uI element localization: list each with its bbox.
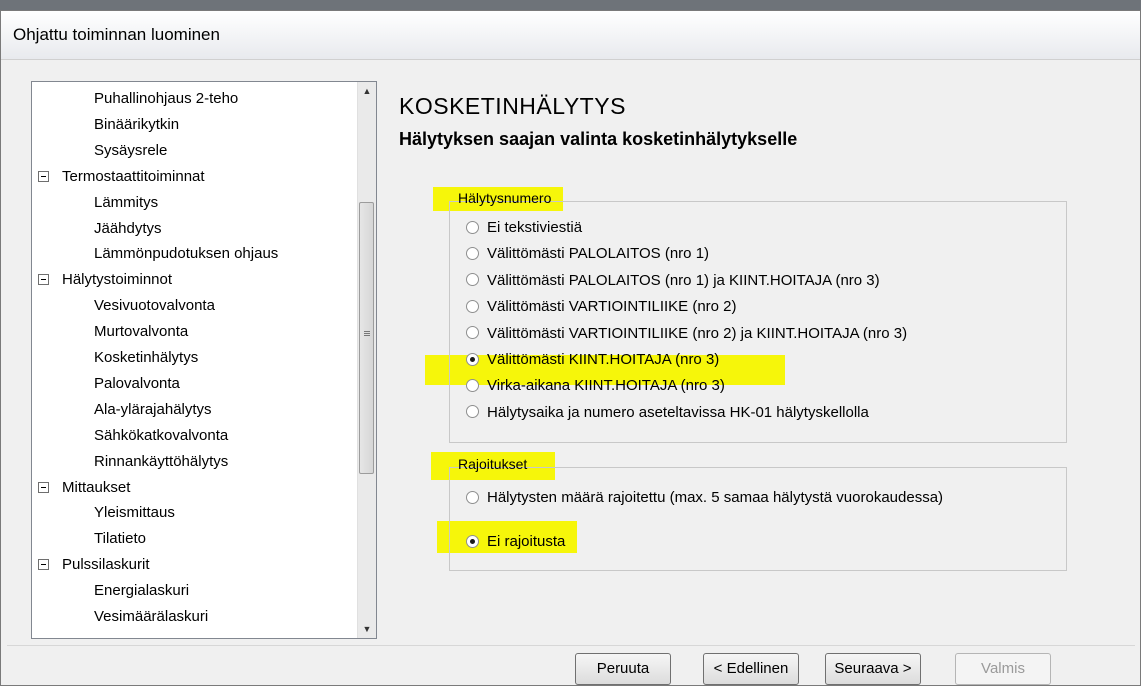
scroll-thumb[interactable] bbox=[359, 202, 374, 474]
scroll-up-icon[interactable]: ▲ bbox=[358, 82, 376, 100]
radio-button[interactable] bbox=[466, 220, 479, 234]
cancel-button[interactable]: Peruuta bbox=[575, 653, 671, 685]
tree-item[interactable]: Yleismittaus bbox=[94, 500, 175, 526]
tree-scrollbar[interactable]: ▲ ▼ bbox=[357, 82, 376, 638]
radio-button[interactable] bbox=[466, 352, 479, 366]
radio-button[interactable] bbox=[466, 534, 479, 548]
alarm-number-option[interactable]: Ei tekstiviestiä bbox=[466, 216, 582, 240]
tree-item[interactable]: Hälytystoiminnot bbox=[38, 267, 173, 293]
tree-item-label: Pulssilaskurit bbox=[62, 556, 150, 574]
alarm-number-group: Hälytysnumero Ei tekstiviestiä Välittömäs… bbox=[449, 190, 1067, 443]
alarm-number-option[interactable]: Välittömästi PALOLAITOS (nro 1) bbox=[466, 242, 709, 266]
back-button[interactable]: < Edellinen bbox=[703, 653, 799, 685]
radio-button[interactable] bbox=[466, 405, 479, 419]
alarm-number-option[interactable]: Välittömästi VARTIOINTILIIKE (nro 2) bbox=[466, 295, 737, 319]
collapse-icon[interactable] bbox=[38, 559, 49, 571]
tree-item-label: Puhallinohjaus 2-teho bbox=[94, 90, 239, 107]
radio-label: Välittömästi PALOLAITOS (nro 1) ja KIINT… bbox=[487, 271, 880, 289]
radio-label: Välittömästi VARTIOINTILIIKE (nro 2) bbox=[487, 298, 737, 316]
alarm-number-option[interactable]: Välittömästi VARTIOINTILIIKE (nro 2) ja … bbox=[466, 322, 907, 346]
radio-button[interactable] bbox=[466, 326, 479, 340]
radio-button[interactable] bbox=[466, 378, 479, 392]
tree-item[interactable]: Pulssilaskurit bbox=[38, 552, 150, 578]
button-separator bbox=[7, 645, 1135, 646]
next-button[interactable]: Seuraava > bbox=[825, 653, 921, 685]
tree-item[interactable]: Binäärikytkin bbox=[94, 112, 179, 138]
alarm-number-option[interactable]: Hälytysaika ja numero aseteltavissa HK-0… bbox=[466, 401, 869, 425]
radio-button[interactable] bbox=[466, 246, 479, 260]
collapse-icon[interactable] bbox=[38, 170, 49, 182]
collapse-icon[interactable] bbox=[38, 481, 49, 493]
tree-item-label: Mittaukset bbox=[62, 478, 131, 496]
tree-item[interactable]: Mittaukset bbox=[38, 475, 131, 501]
scroll-down-icon[interactable]: ▼ bbox=[358, 620, 376, 638]
alarm-number-option[interactable]: Välittömästi PALOLAITOS (nro 1) ja KIINT… bbox=[466, 269, 880, 293]
radio-label: Välittömästi KIINT.HOITAJA (nro 3) bbox=[487, 351, 720, 368]
radio-label: Välittömästi VARTIOINTILIIKE (nro 2) ja … bbox=[487, 324, 908, 342]
tree-item-label: Sysäysrele bbox=[94, 141, 168, 159]
tree-item[interactable]: Tilatieto bbox=[94, 526, 146, 552]
tree-item-label: Vesimäärälaskuri bbox=[94, 608, 209, 625]
radio-button[interactable] bbox=[466, 273, 479, 287]
tree-item-label: Jäähdytys bbox=[94, 219, 162, 237]
tree-item[interactable]: Puhallinohjaus 2-teho bbox=[94, 86, 238, 112]
wizard-window: Ohjattu toiminnan luominen Puhallinohjau… bbox=[0, 10, 1141, 686]
tree-item[interactable]: Sysäysrele bbox=[94, 138, 167, 164]
tree-item[interactable]: Lämmitys bbox=[94, 190, 158, 216]
tree-item-label: Palovalvonta bbox=[94, 374, 180, 392]
tree-item[interactable]: Ala-ylärajahälytys bbox=[94, 397, 212, 423]
wizard-client-area: Puhallinohjaus 2-teho Binäärikytkin Sysäys… bbox=[7, 61, 1135, 685]
tree-item-label: Termostaattitoiminnat bbox=[62, 167, 205, 185]
tree-item[interactable]: Termostaattitoiminnat bbox=[38, 164, 205, 190]
tree-item[interactable]: Murtovalvonta bbox=[94, 319, 188, 345]
grip-icon bbox=[364, 331, 370, 332]
function-tree[interactable]: Puhallinohjaus 2-teho Binäärikytkin Sysäys… bbox=[31, 81, 377, 639]
alarm-number-option[interactable]: Virka-aikana KIINT.HOITAJA (nro 3) bbox=[466, 374, 725, 398]
tree-item-label: Energialaskuri bbox=[94, 582, 190, 600]
tree-item-label: Sähkökatkovalvonta bbox=[94, 426, 229, 444]
tree-item[interactable]: Vesivuotovalvonta bbox=[94, 293, 215, 319]
tree-item-label: Yleismittaus bbox=[94, 504, 175, 522]
tree-item[interactable]: Lämmönpudotuksen ohjaus bbox=[94, 241, 278, 267]
alarm-number-option[interactable]: Välittömästi KIINT.HOITAJA (nro 3) bbox=[466, 348, 719, 372]
collapse-icon[interactable] bbox=[38, 274, 49, 286]
radio-button[interactable] bbox=[466, 299, 479, 313]
restrictions-legend: Rajoitukset bbox=[458, 456, 528, 472]
tree-item[interactable]: Jäähdytys bbox=[94, 216, 162, 242]
page-subtitle: Hälytyksen saajan valinta kosketinhälyty… bbox=[399, 129, 798, 149]
tree-item[interactable]: Sähkökatkovalvonta bbox=[94, 423, 228, 449]
alarm-number-legend: Hälytysnumero bbox=[458, 190, 552, 206]
title-bar: Ohjattu toiminnan luominen bbox=[1, 11, 1140, 60]
restrictions-group: Rajoitukset Hälytysten määrä rajoitettu … bbox=[449, 456, 1067, 571]
tree-item-label: Murtovalvonta bbox=[94, 323, 189, 341]
tree-item[interactable]: Rinnankäyttöhälytys bbox=[94, 449, 228, 475]
tree-item-label: Vesivuotovalvonta bbox=[94, 297, 215, 315]
tree-item-label: Ala-ylärajahälytys bbox=[94, 400, 212, 418]
page-title: KOSKETINHÄLYTYS bbox=[399, 93, 626, 119]
tree-item-label: Rinnankäyttöhälytys bbox=[94, 452, 229, 470]
tree-item-label: Binäärikytkin bbox=[94, 115, 180, 133]
tree-item-label: Lämmönpudotuksen ohjaus bbox=[94, 245, 279, 263]
tree-item[interactable]: Energialaskuri bbox=[94, 578, 189, 604]
tree-item-label: Lämmitys bbox=[94, 193, 159, 211]
restrictions-option[interactable]: Ei rajoitusta bbox=[466, 530, 565, 554]
tree-item-label: Tilatieto bbox=[94, 530, 146, 548]
restrictions-option[interactable]: Hälytysten määrä rajoitettu (max. 5 sama… bbox=[466, 486, 943, 510]
radio-label: Hälytysaika ja numero aseteltavissa HK-0… bbox=[487, 403, 869, 421]
tree-item[interactable]: Kosketinhälytys bbox=[94, 345, 198, 371]
background-strip bbox=[0, 0, 1141, 10]
tree-item-label: Hälytystoiminnot bbox=[62, 271, 173, 289]
radio-label: Ei rajoitusta bbox=[487, 533, 566, 550]
tree-item-label: Kosketinhälytys bbox=[94, 349, 199, 366]
window-title: Ohjattu toiminnan luominen bbox=[13, 25, 220, 44]
finish-button[interactable]: Valmis bbox=[955, 653, 1051, 685]
tree-item[interactable]: Palovalvonta bbox=[94, 371, 180, 397]
radio-label: Välittömästi PALOLAITOS (nro 1) bbox=[487, 245, 710, 263]
radio-label: Virka-aikana KIINT.HOITAJA (nro 3) bbox=[487, 377, 725, 395]
tree-item[interactable]: Vesimäärälaskuri bbox=[94, 604, 208, 630]
radio-label: Ei tekstiviestiä bbox=[487, 219, 583, 236]
radio-button[interactable] bbox=[466, 490, 479, 504]
radio-label: Hälytysten määrä rajoitettu (max. 5 sama… bbox=[487, 489, 944, 506]
